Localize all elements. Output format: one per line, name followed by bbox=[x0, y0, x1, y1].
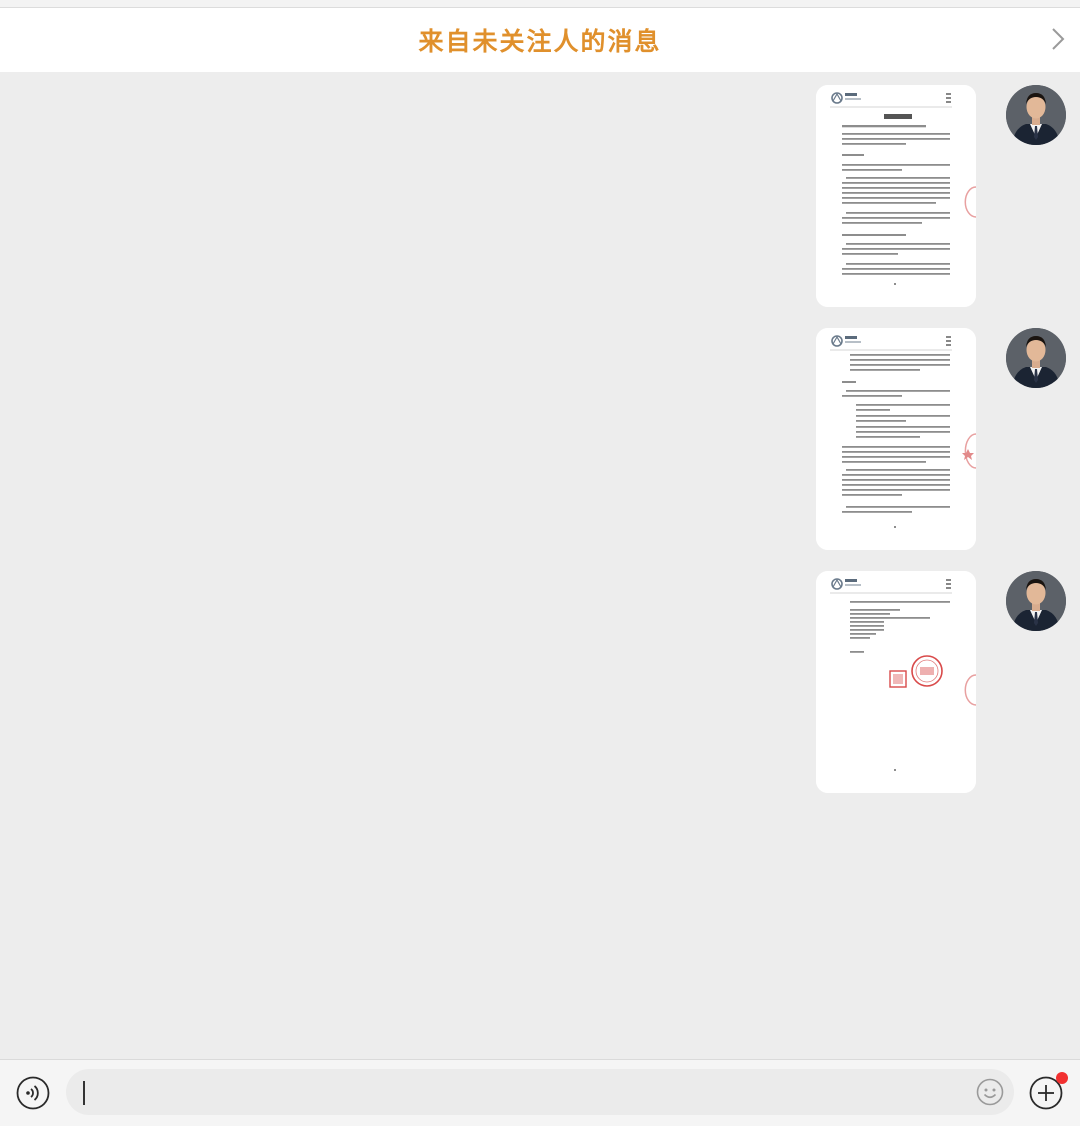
message-input-box[interactable] bbox=[66, 1069, 1014, 1115]
message-input[interactable] bbox=[82, 1075, 962, 1109]
text-caret bbox=[83, 1081, 85, 1105]
notification-dot bbox=[1056, 1072, 1068, 1084]
input-toolbar bbox=[0, 1059, 1080, 1126]
stranger-messages-banner[interactable]: 来自未关注人的消息 bbox=[0, 8, 1080, 72]
document-image bbox=[816, 571, 976, 793]
message-row bbox=[816, 571, 1066, 795]
message-row bbox=[816, 328, 1066, 552]
image-message[interactable] bbox=[816, 328, 976, 550]
document-image bbox=[816, 328, 976, 550]
chat-area[interactable] bbox=[0, 72, 1080, 1060]
message-row bbox=[816, 85, 1066, 309]
sender-avatar[interactable] bbox=[1006, 85, 1066, 145]
top-divider bbox=[0, 0, 1080, 8]
document-image bbox=[816, 85, 976, 307]
sender-avatar[interactable] bbox=[1006, 571, 1066, 631]
emoji-icon[interactable] bbox=[976, 1078, 1004, 1106]
image-message[interactable] bbox=[816, 85, 976, 307]
sender-avatar[interactable] bbox=[1006, 328, 1066, 388]
image-message[interactable] bbox=[816, 571, 976, 793]
voice-input-icon[interactable] bbox=[16, 1076, 50, 1110]
chevron-right-icon[interactable] bbox=[1050, 26, 1066, 52]
banner-title: 来自未关注人的消息 bbox=[418, 27, 662, 56]
